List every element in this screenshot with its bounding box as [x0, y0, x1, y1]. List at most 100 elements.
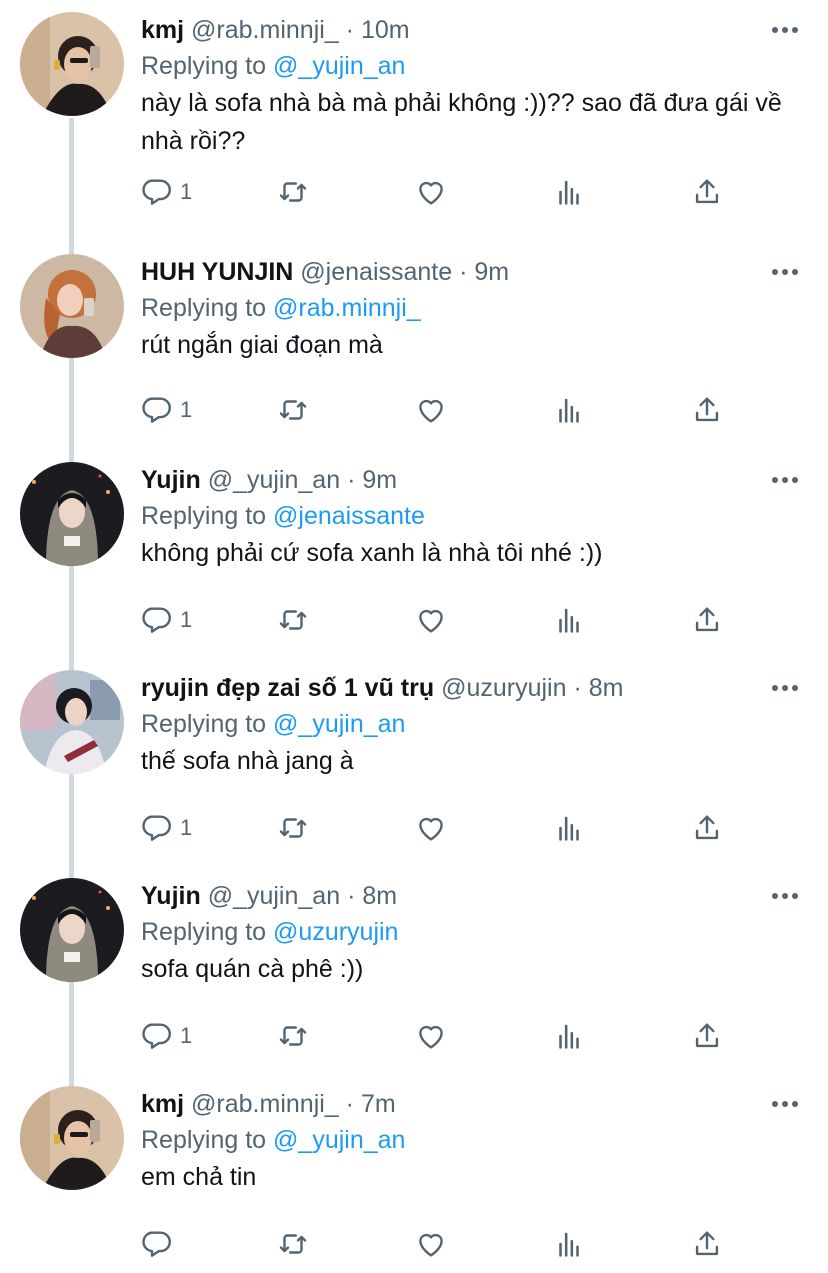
display-name[interactable]: HUH YUNJIN	[141, 258, 293, 286]
like-button[interactable]	[414, 392, 448, 428]
mention-link[interactable]: @_yujin_an	[273, 1126, 405, 1154]
reply-bubble-icon	[142, 1231, 171, 1257]
share-button[interactable]	[690, 392, 724, 428]
view-stats-button[interactable]	[552, 174, 586, 210]
like-button[interactable]	[414, 602, 448, 638]
more-options-icon[interactable]	[768, 882, 802, 910]
heart-icon	[419, 181, 443, 205]
share-button[interactable]	[690, 1018, 724, 1054]
timestamp[interactable]: 9m	[362, 466, 397, 494]
avatar[interactable]	[20, 12, 124, 116]
tweet[interactable]: Yujin @_yujin_an · 8m Replying to @uzury…	[0, 866, 828, 1074]
tweet-actions	[140, 1226, 740, 1262]
retweet-button[interactable]	[276, 1018, 310, 1054]
retweet-button[interactable]	[276, 392, 310, 428]
reply-count: 1	[180, 397, 193, 422]
user-handle[interactable]: @uzuryujin	[441, 674, 566, 702]
user-handle[interactable]: @_yujin_an	[208, 882, 340, 910]
share-button[interactable]	[690, 174, 724, 210]
timestamp[interactable]: 7m	[361, 1090, 396, 1118]
display-name[interactable]: Yujin	[141, 466, 201, 494]
timestamp[interactable]: 8m	[362, 882, 397, 910]
mention-link[interactable]: @_yujin_an	[273, 52, 405, 80]
more-options-icon[interactable]	[768, 674, 802, 702]
avatar[interactable]	[20, 670, 124, 774]
tweet-actions: 1	[140, 810, 740, 846]
tweet[interactable]: ryujin đẹp zai số 1 vũ trụ @uzuryujin · …	[0, 658, 828, 866]
heart-icon	[419, 1025, 443, 1049]
tweet-text: không phải cứ sofa xanh là nhà tôi nhé :…	[141, 539, 603, 567]
user-handle[interactable]: @_yujin_an	[208, 466, 340, 494]
replying-to: Replying to @_yujin_an	[141, 706, 405, 742]
view-stats-button[interactable]	[552, 1226, 586, 1262]
display-name[interactable]: kmj	[141, 1090, 184, 1118]
more-options-icon[interactable]	[768, 1090, 802, 1118]
like-button[interactable]	[414, 1018, 448, 1054]
user-handle[interactable]: @rab.minnji_	[191, 1090, 339, 1118]
display-name[interactable]: Yujin	[141, 882, 201, 910]
mention-link[interactable]: @jenaissante	[273, 502, 425, 530]
reply-bubble-icon	[142, 607, 171, 633]
more-options-icon[interactable]	[768, 16, 802, 44]
user-handle[interactable]: @jenaissante	[300, 258, 452, 286]
reply-button[interactable]: 1	[140, 1018, 192, 1054]
user-handle[interactable]: @rab.minnji_	[191, 16, 339, 44]
heart-icon	[419, 399, 443, 423]
tweet[interactable]: kmj @rab.minnji_ · 7m Replying to @_yuji…	[0, 1074, 828, 1273]
timestamp[interactable]: 9m	[474, 258, 509, 286]
separator-dot: ·	[347, 466, 356, 494]
retweet-button[interactable]	[276, 602, 310, 638]
reply-button[interactable]	[140, 1226, 180, 1262]
like-button[interactable]	[414, 810, 448, 846]
share-upload-icon	[695, 1023, 719, 1048]
avatar[interactable]	[20, 462, 124, 566]
timestamp[interactable]: 10m	[361, 16, 410, 44]
reply-bubble-icon	[142, 397, 171, 423]
tweet[interactable]: Yujin @_yujin_an · 9m Replying to @jenai…	[0, 450, 828, 658]
mention-link[interactable]: @_yujin_an	[273, 710, 405, 738]
retweet-button[interactable]	[276, 174, 310, 210]
display-name[interactable]: kmj	[141, 16, 184, 44]
tweet[interactable]: kmj @rab.minnji_ · 10m Replying to @_yuj…	[0, 0, 828, 208]
avatar[interactable]	[20, 878, 124, 982]
tweet-actions: 1	[140, 1018, 740, 1054]
timestamp[interactable]: 8m	[589, 674, 624, 702]
view-stats-button[interactable]	[552, 602, 586, 638]
share-button[interactable]	[690, 810, 724, 846]
reply-button[interactable]: 1	[140, 810, 192, 846]
tweet-text: này là sofa nhà bà mà phải không :))?? s…	[141, 89, 782, 155]
reply-button[interactable]: 1	[140, 602, 192, 638]
separator-dot: ·	[573, 674, 582, 702]
retweet-button[interactable]	[276, 1226, 310, 1262]
reply-bubble-icon	[142, 815, 171, 841]
view-stats-button[interactable]	[552, 810, 586, 846]
view-stats-button[interactable]	[552, 392, 586, 428]
share-button[interactable]	[690, 602, 724, 638]
mention-link[interactable]: @rab.minnji_	[273, 294, 421, 322]
like-button[interactable]	[414, 1226, 448, 1262]
reply-button[interactable]: 1	[140, 392, 192, 428]
view-stats-button[interactable]	[552, 1018, 586, 1054]
tweet-actions: 1	[140, 392, 740, 428]
tweet-text: em chả tin	[141, 1163, 257, 1191]
avatar[interactable]	[20, 1086, 124, 1190]
bar-chart-icon	[559, 180, 579, 205]
replying-to-label: Replying to	[141, 1126, 267, 1154]
reply-count: 1	[180, 179, 193, 204]
retweet-button[interactable]	[276, 810, 310, 846]
tweet-header: HUH YUNJIN @jenaissante · 9m	[141, 254, 758, 290]
share-button[interactable]	[690, 1226, 724, 1262]
heart-icon	[419, 609, 443, 633]
more-options-icon[interactable]	[768, 466, 802, 494]
tweet-text: thế sofa nhà jang à	[141, 747, 354, 775]
tweet[interactable]: HUH YUNJIN @jenaissante · 9m Replying to…	[0, 242, 828, 450]
replying-to-label: Replying to	[141, 52, 267, 80]
reply-count: 1	[180, 1023, 193, 1048]
tweet-actions: 1	[140, 602, 740, 638]
like-button[interactable]	[414, 174, 448, 210]
more-options-icon[interactable]	[768, 258, 802, 286]
display-name[interactable]: ryujin đẹp zai số 1 vũ trụ	[141, 674, 434, 702]
mention-link[interactable]: @uzuryujin	[273, 918, 398, 946]
reply-button[interactable]: 1	[140, 174, 192, 210]
avatar[interactable]	[20, 254, 124, 358]
